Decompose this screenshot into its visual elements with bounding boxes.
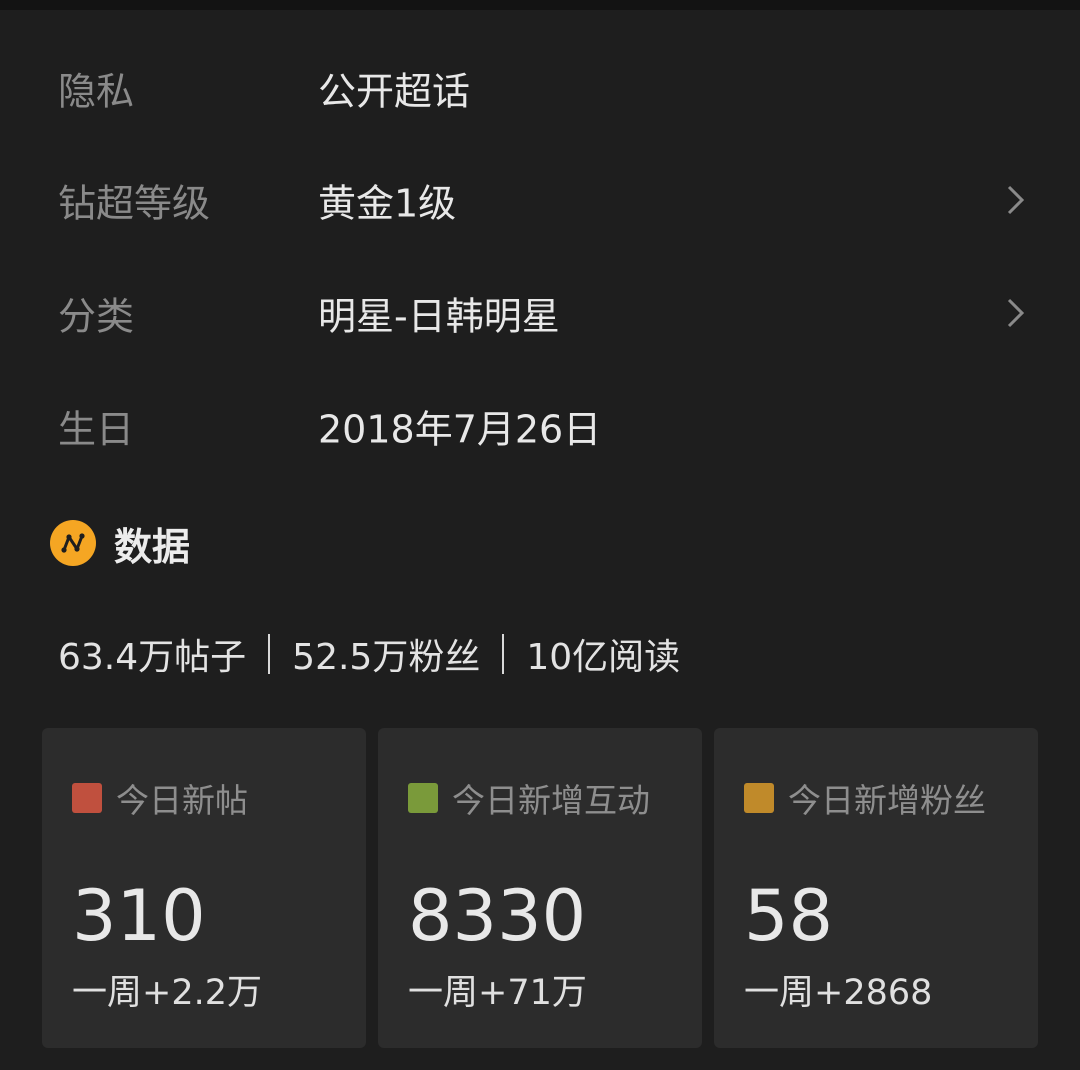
top-strip — [0, 0, 1080, 10]
legend-swatch — [744, 783, 774, 813]
level-row[interactable]: 钻超等级 黄金1级 — [0, 150, 1080, 250]
new-fans-card: 今日新增粉丝 58 一周+2868 — [714, 728, 1038, 1048]
privacy-value: 公开超话 — [318, 69, 471, 114]
divider — [268, 634, 271, 674]
data-section-header: 数据 — [50, 518, 191, 569]
card-label: 今日新增粉丝 — [788, 781, 986, 820]
birthday-label: 生日 — [58, 407, 135, 452]
card-label: 今日新帖 — [116, 781, 248, 820]
birthday-row: 生日 2018年7月26日 — [0, 376, 1080, 476]
card-label: 今日新增互动 — [452, 781, 650, 820]
card-legend: 今日新增粉丝 — [744, 774, 986, 822]
chevron-right-icon — [1007, 185, 1025, 215]
card-value: 310 — [72, 875, 206, 957]
privacy-label: 隐私 — [58, 69, 135, 114]
category-value: 明星-日韩明星 — [318, 294, 560, 339]
card-weekly-change: 一周+2.2万 — [72, 973, 262, 1013]
chart-line-icon — [50, 520, 96, 566]
category-row[interactable]: 分类 明星-日韩明星 — [0, 263, 1080, 363]
legend-swatch — [72, 783, 102, 813]
level-label: 钻超等级 — [58, 181, 211, 226]
reads-count: 10亿阅读 — [526, 637, 681, 678]
card-value: 58 — [744, 875, 834, 957]
new-posts-card: 今日新帖 310 一周+2.2万 — [42, 728, 366, 1048]
fans-count: 52.5万粉丝 — [292, 637, 481, 678]
new-interactions-card: 今日新增互动 8330 一周+71万 — [378, 728, 702, 1048]
posts-count: 63.4万帖子 — [58, 637, 247, 678]
card-legend: 今日新帖 — [72, 774, 248, 822]
card-legend: 今日新增互动 — [408, 774, 650, 822]
card-weekly-change: 一周+2868 — [744, 973, 933, 1013]
card-value: 8330 — [408, 875, 587, 957]
chevron-right-icon — [1007, 298, 1025, 328]
data-section-title: 数据 — [114, 524, 191, 569]
card-weekly-change: 一周+71万 — [408, 973, 587, 1013]
stats-summary: 63.4万帖子 52.5万粉丝 10亿阅读 — [58, 628, 680, 680]
privacy-row: 隐私 公开超话 — [0, 38, 1080, 138]
category-label: 分类 — [58, 294, 135, 339]
birthday-value: 2018年7月26日 — [318, 407, 602, 452]
level-value: 黄金1级 — [318, 181, 457, 226]
legend-swatch — [408, 783, 438, 813]
divider — [502, 634, 505, 674]
